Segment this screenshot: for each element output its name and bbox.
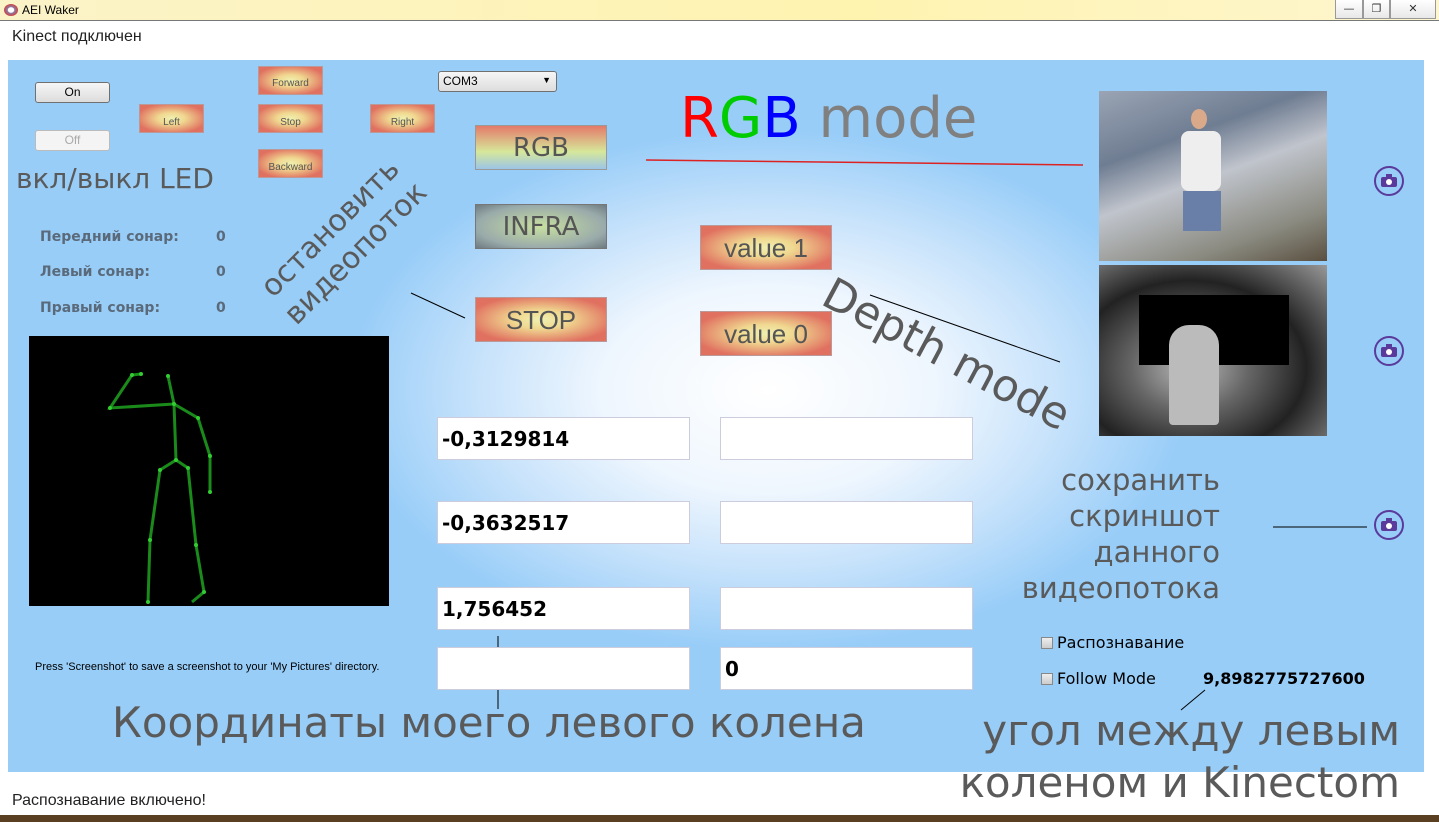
- annotation-line: скриншот: [1069, 499, 1220, 533]
- rgb-video-stream: [1099, 91, 1327, 261]
- bone-head: [166, 375, 176, 405]
- depth-screenshot-button[interactable]: [1374, 336, 1404, 366]
- camera-icon: [1381, 518, 1397, 531]
- bone-left-arm: [107, 372, 175, 410]
- skeleton-screenshot-button[interactable]: [1374, 510, 1404, 540]
- depth-pointer-line: [869, 294, 1061, 363]
- annotation-line: видеопотока: [1021, 571, 1220, 605]
- front-sonar-value: 0: [216, 229, 226, 245]
- angle-annotation: угол между левым коленом и Kinectom: [945, 705, 1400, 809]
- bone-hips: [159, 458, 189, 472]
- checkbox-label: Follow Mode: [1057, 669, 1156, 688]
- annotation-line: данного: [1093, 535, 1220, 569]
- bone-left-leg: [146, 469, 162, 603]
- knee-y-field[interactable]: [437, 501, 690, 544]
- right-field-4[interactable]: [720, 647, 973, 690]
- follow-mode-checkbox[interactable]: Follow Mode: [1041, 669, 1156, 688]
- stop-pointer-line: [410, 292, 466, 319]
- person-head: [1191, 109, 1207, 129]
- left-sonar-label: Левый сонар:: [40, 264, 150, 280]
- person-shorts: [1183, 191, 1221, 231]
- depth-person: [1169, 325, 1219, 425]
- right-sonar-label: Правый сонар:: [40, 300, 161, 316]
- right-field-1[interactable]: [720, 417, 973, 460]
- skeleton-view: [29, 336, 389, 606]
- recognition-checkbox[interactable]: Распознавание: [1041, 633, 1184, 652]
- annotation-line: коленом и Kinectom: [959, 758, 1400, 807]
- person-shirt: [1181, 131, 1221, 191]
- right-field-3[interactable]: [720, 587, 973, 630]
- taskbar: [0, 815, 1439, 822]
- extra-left-field[interactable]: [437, 647, 690, 690]
- camera-icon: [1381, 174, 1397, 187]
- checkbox-label: Распознавание: [1057, 633, 1185, 652]
- right-field-2[interactable]: [720, 501, 973, 544]
- knee-coords-annotation: Координаты моего левого колена: [112, 698, 866, 747]
- bone-right-arm: [173, 402, 212, 492]
- bone-right-leg: [186, 467, 206, 604]
- checkbox-box[interactable]: [1041, 673, 1053, 685]
- recognition-status: Распознавание включено!: [12, 792, 206, 809]
- right-sonar-value: 0: [216, 300, 226, 316]
- skeleton: [107, 372, 212, 604]
- rgb-pointer-line: [645, 159, 1084, 166]
- annotation-line: угол между левым: [982, 706, 1400, 755]
- screenshot-hint: Press 'Screenshot' to save a screenshot …: [35, 661, 380, 673]
- camera-icon: [1381, 344, 1397, 357]
- left-sonar-value: 0: [216, 264, 226, 280]
- checkbox-box[interactable]: [1041, 637, 1053, 649]
- knee-z-field[interactable]: [437, 587, 690, 630]
- depth-video-stream: [1099, 265, 1327, 436]
- front-sonar-label: Передний сонар:: [40, 229, 179, 245]
- save-screenshot-annotation: сохранить скриншот данного видеопотока: [1010, 462, 1220, 606]
- angle-value: 9,8982775727600: [1203, 669, 1365, 688]
- bone-spine: [172, 403, 178, 461]
- rgb-screenshot-button[interactable]: [1374, 166, 1404, 196]
- annotation-line: сохранить: [1061, 463, 1220, 497]
- knee-x-field[interactable]: [437, 417, 690, 460]
